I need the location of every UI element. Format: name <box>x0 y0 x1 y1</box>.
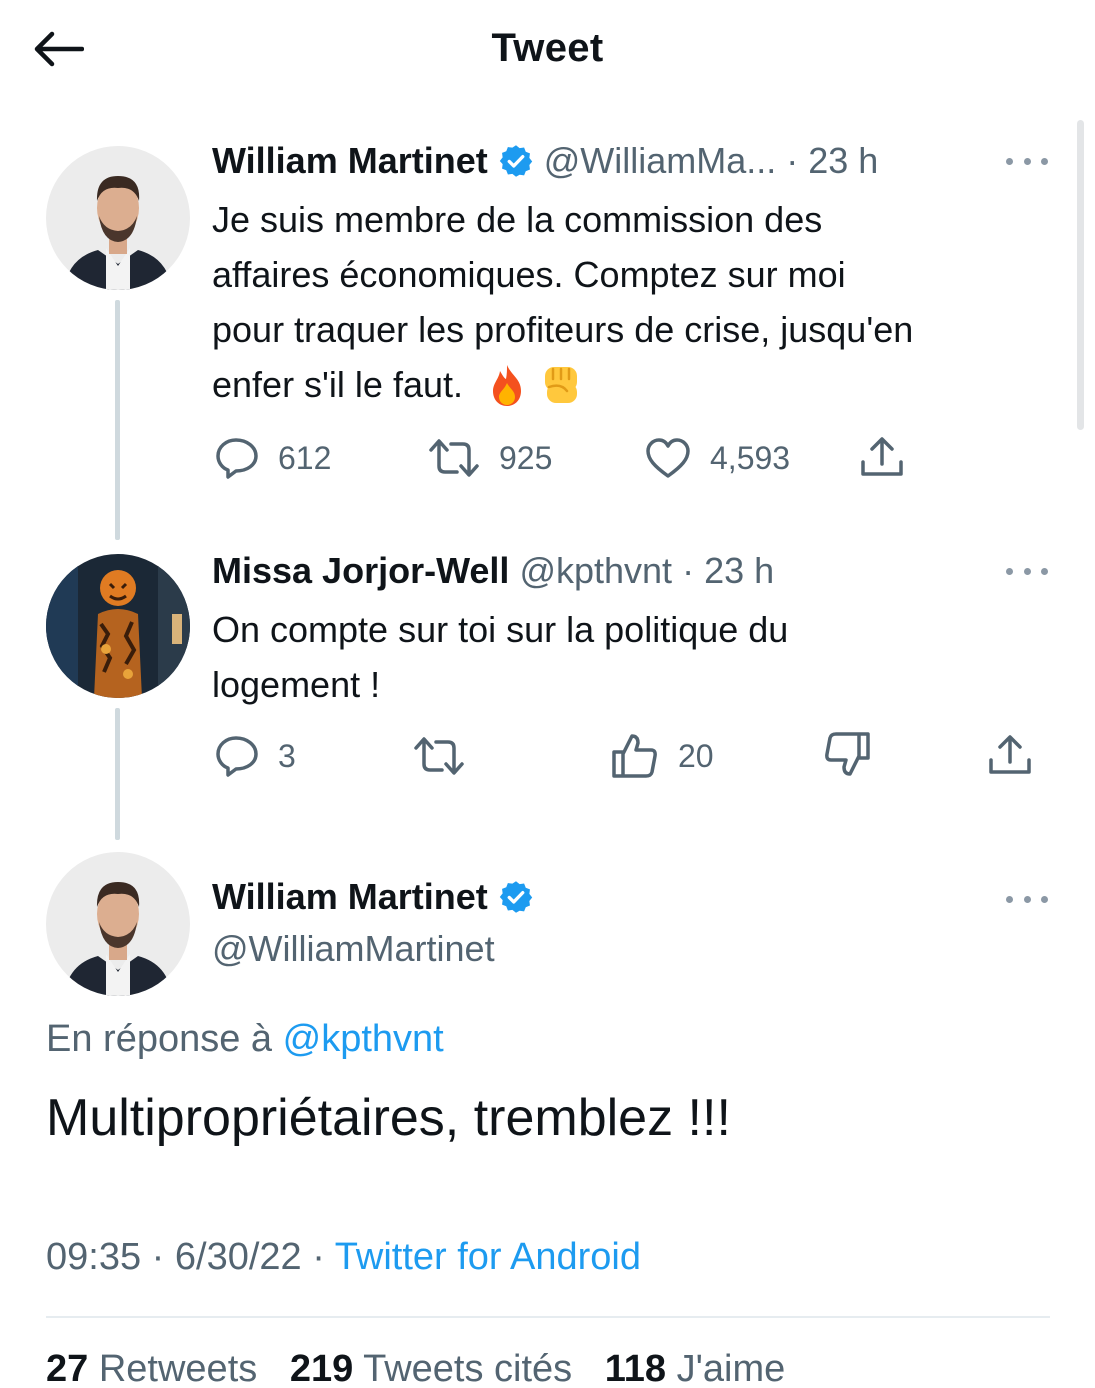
author-handle[interactable]: @WilliamMa... <box>544 140 777 182</box>
separator-dot: · <box>672 550 705 591</box>
reply-icon <box>216 438 258 479</box>
thread-line <box>115 300 120 540</box>
main-tweet-header: William Martinet <box>212 876 544 918</box>
author-name[interactable]: William Martinet <box>212 876 488 918</box>
verified-badge-icon <box>499 145 532 177</box>
share-icon <box>861 437 903 476</box>
retweets-stat[interactable]: 27 Retweets <box>46 1348 257 1388</box>
tweet-time[interactable]: 09:35 <box>46 1236 141 1278</box>
quote-tweets-stat[interactable]: 219 Tweets cités <box>290 1348 572 1388</box>
more-options-icon[interactable] <box>1002 556 1052 586</box>
stat-label: J'aime <box>676 1348 786 1388</box>
heart-icon <box>646 438 690 478</box>
like-button[interactable]: 4,593 <box>644 436 790 480</box>
tweet-actions: 612 925 4,593 <box>212 428 1062 488</box>
reply-count: 3 <box>278 737 296 774</box>
upvote-count: 20 <box>678 737 714 774</box>
tweet-text-line-with-emoji: enfer s'il le faut. <box>212 357 1072 412</box>
author-handle[interactable]: @WilliamMartinet <box>212 928 495 970</box>
avatar[interactable] <box>46 852 190 996</box>
thumbs-down-icon <box>825 732 870 776</box>
verified-badge-icon <box>499 881 532 913</box>
tweet-text-line: enfer s'il le faut. <box>212 364 463 405</box>
main-tweet-text: Multipropriétaires, tremblez !!! <box>46 1089 731 1147</box>
top-bar: Tweet <box>0 0 1095 100</box>
share-button[interactable] <box>858 434 906 480</box>
raised-fist-emoji-icon <box>545 366 577 403</box>
reply-icon <box>216 736 258 777</box>
like-count: 4,593 <box>710 439 791 476</box>
thumbs-up-icon <box>612 734 657 778</box>
page-title: Tweet <box>491 26 604 70</box>
thread-line <box>115 708 120 840</box>
more-options-icon[interactable] <box>1002 884 1052 914</box>
main-tweet-handle-row: @WilliamMartinet <box>212 928 495 970</box>
tweet-header: William Martinet @WilliamMa... · 23 h <box>212 140 878 182</box>
avatar[interactable] <box>46 146 190 290</box>
author-handle[interactable]: @kpthvnt <box>519 550 672 592</box>
tweet-date[interactable]: 6/30/22 <box>175 1236 302 1278</box>
tweet-text-line: On compte sur toi sur la politique du <box>212 609 789 650</box>
tweet-text-line: logement ! <box>212 664 381 705</box>
tweet-text-line: affaires économiques. Comptez sur moi <box>212 254 846 295</box>
stat-count: 118 <box>604 1348 667 1388</box>
share-button[interactable] <box>986 732 1034 778</box>
timestamp[interactable]: 23 h <box>704 550 774 592</box>
separator-dot: · <box>776 140 809 181</box>
author-name[interactable]: Missa Jorjor-Well <box>212 550 509 592</box>
retweet-button[interactable]: 925 <box>427 436 552 480</box>
tweet-text-line: pour traquer les profiteurs de crise, ju… <box>212 309 914 350</box>
tweet-header: Missa Jorjor-Well @kpthvnt · 23 h <box>212 550 774 592</box>
retweet-button[interactable] <box>412 734 466 778</box>
reply-button[interactable]: 3 <box>214 734 296 778</box>
upvote-button[interactable]: 20 <box>610 732 714 780</box>
tweet-actions: 3 20 <box>212 726 1062 786</box>
more-options-icon[interactable] <box>1002 146 1052 176</box>
separator-dot: · <box>151 1236 175 1278</box>
likes-stat[interactable]: 118 J'aime <box>605 1348 786 1388</box>
share-icon <box>989 735 1031 774</box>
stat-label: Tweets cités <box>363 1348 573 1388</box>
reply-count: 612 <box>278 439 332 476</box>
tweet-text-line: Je suis membre de la commission des <box>212 199 823 240</box>
name-spacer <box>509 550 519 592</box>
downvote-button[interactable] <box>822 730 872 778</box>
engagement-stats: 27 Retweets 219 Tweets cités 118 J'aime <box>46 1348 807 1388</box>
reply-button[interactable]: 612 <box>214 436 331 480</box>
author-name[interactable]: William Martinet <box>212 140 488 182</box>
retweet-icon <box>414 737 464 775</box>
stat-count: 27 <box>46 1348 89 1388</box>
reply-prefix: En réponse à <box>46 1018 273 1060</box>
avatar[interactable] <box>46 554 190 698</box>
retweet-icon <box>429 439 479 477</box>
divider <box>46 1316 1050 1318</box>
tweet-source-link[interactable]: Twitter for Android <box>335 1236 641 1278</box>
scrollbar[interactable] <box>1077 120 1084 430</box>
separator-dot: · <box>312 1236 335 1278</box>
reply-context: En réponse à @kpthvnt <box>46 1018 444 1061</box>
tweet-meta: 09:35 · 6/30/22 · Twitter for Android <box>46 1236 641 1279</box>
stat-label: Retweets <box>98 1348 258 1388</box>
stat-count: 219 <box>289 1348 354 1388</box>
retweet-count: 925 <box>499 439 553 476</box>
tweet-text: Je suis membre de la commission des affa… <box>212 192 1072 412</box>
reply-to-link[interactable]: @kpthvnt <box>283 1018 444 1060</box>
fire-emoji-icon <box>493 364 521 406</box>
tweet-text: On compte sur toi sur la politique du lo… <box>212 602 1072 712</box>
timestamp[interactable]: 23 h <box>808 140 878 182</box>
